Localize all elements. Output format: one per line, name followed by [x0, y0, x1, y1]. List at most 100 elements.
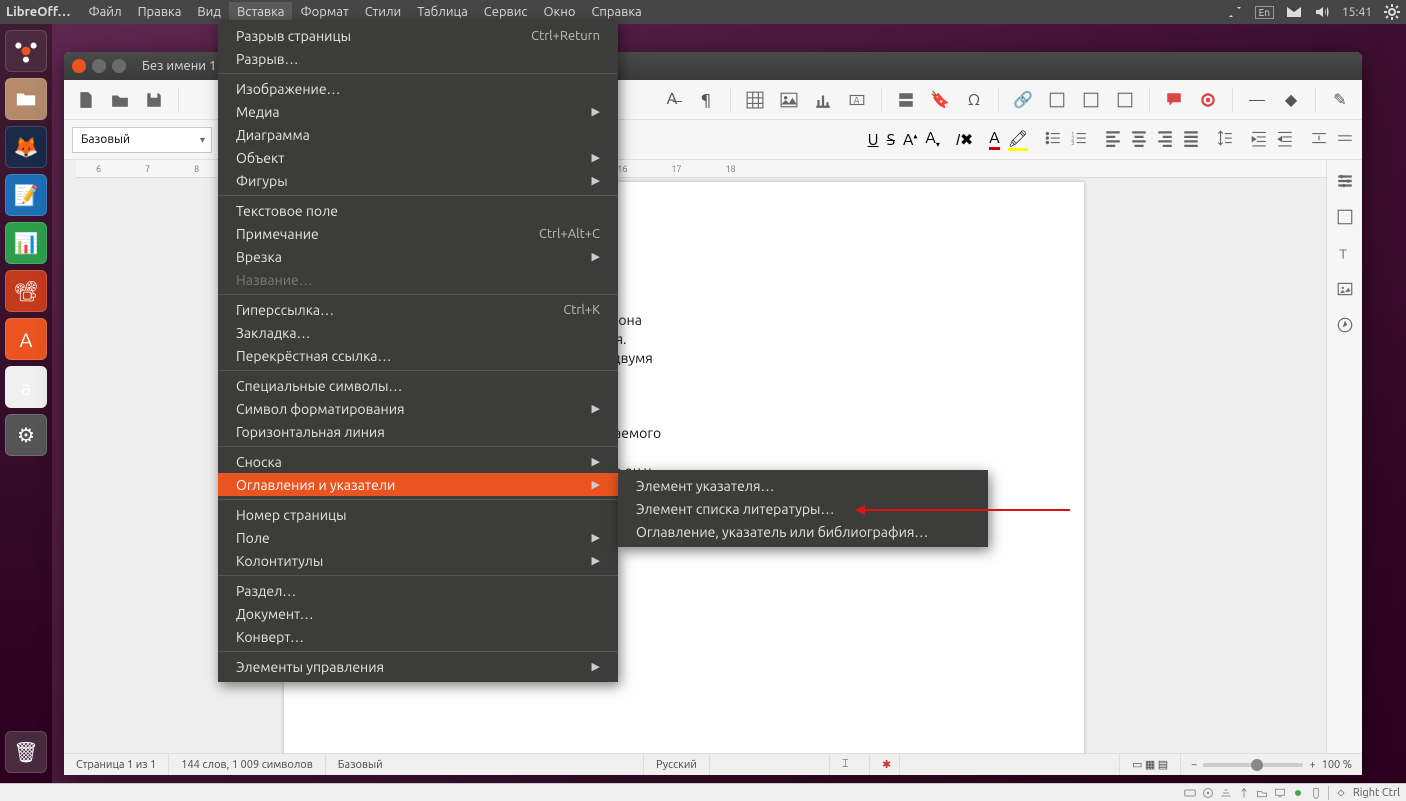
bullets-button[interactable]: [1044, 129, 1062, 151]
sidebar-navigator-icon[interactable]: [1334, 314, 1356, 336]
align-right-button[interactable]: [1156, 129, 1174, 151]
insert-menu-item[interactable]: Колонтитулы▶: [218, 549, 618, 572]
launcher-software[interactable]: A: [5, 318, 47, 360]
insert-menu-item[interactable]: Раздел…: [218, 579, 618, 602]
gear-icon[interactable]: [1384, 4, 1400, 20]
launcher-impress[interactable]: 📽: [5, 270, 47, 312]
network-icon[interactable]: [1227, 4, 1243, 20]
insert-menu-item[interactable]: Перекрёстная ссылка…: [218, 344, 618, 367]
menu-table[interactable]: Таблица: [409, 2, 476, 22]
basic-shapes-button[interactable]: ◆: [1277, 86, 1305, 114]
menu-insert[interactable]: Вставка: [229, 2, 292, 22]
insert-menu-item[interactable]: Врезка▶: [218, 245, 618, 268]
insert-menu-item[interactable]: Сноска▶: [218, 450, 618, 473]
para-spacing-dec-button[interactable]: [1336, 129, 1354, 151]
paragraph-style-combo[interactable]: Базовый: [72, 127, 212, 153]
footnote-button[interactable]: [1043, 86, 1071, 114]
status-lang[interactable]: Русский: [644, 754, 710, 775]
insert-menu-item[interactable]: Оглавления и указатели▶: [218, 473, 618, 496]
insert-menu-item[interactable]: Разрыв страницыCtrl+Return: [218, 24, 618, 47]
endnote-button[interactable]: [1077, 86, 1105, 114]
launcher-calc[interactable]: 📊: [5, 222, 47, 264]
submenu-index-entry[interactable]: Элемент указателя…: [618, 474, 988, 497]
insert-menu-item[interactable]: Изображение…: [218, 77, 618, 100]
insert-menu-item[interactable]: Символ форматирования▶: [218, 397, 618, 420]
clear-direct-format-button[interactable]: I✖: [956, 130, 973, 149]
highlight-color-button[interactable]: 🖍: [1008, 129, 1028, 151]
insert-menu-item[interactable]: Элементы управления▶: [218, 655, 618, 678]
insert-menu-item[interactable]: Медиа▶: [218, 100, 618, 123]
align-center-button[interactable]: [1130, 129, 1148, 151]
save-button[interactable]: [140, 86, 168, 114]
insert-menu-item[interactable]: Специальные символы…: [218, 374, 618, 397]
align-left-button[interactable]: [1104, 129, 1122, 151]
insert-menu-item[interactable]: Объект▶: [218, 146, 618, 169]
zoom-control[interactable]: − + 100 %: [1181, 759, 1362, 771]
paragraph-marks-button[interactable]: ¶: [692, 86, 720, 114]
launcher-writer[interactable]: 📝: [5, 174, 47, 216]
status-selection-mode[interactable]: ⌶: [830, 754, 870, 775]
insert-menu-item[interactable]: Разрыв…: [218, 47, 618, 70]
insert-menu-item[interactable]: ПримечаниеCtrl+Alt+C: [218, 222, 618, 245]
insert-menu-item[interactable]: Конверт…: [218, 625, 618, 648]
line-shape-button[interactable]: ―: [1243, 86, 1271, 114]
status-words[interactable]: 144 слов, 1 009 символов: [169, 754, 326, 775]
bookmark-button[interactable]: 🔖: [926, 86, 954, 114]
status-view-icons[interactable]: ▭ ▦ ▤: [1120, 754, 1181, 775]
table-button[interactable]: [741, 86, 769, 114]
superscript-button[interactable]: A▴: [903, 131, 917, 149]
special-char-button[interactable]: Ω: [960, 86, 988, 114]
track-changes-button[interactable]: [1194, 86, 1222, 114]
menu-styles[interactable]: Стили: [357, 2, 410, 22]
status-insert-mode[interactable]: [710, 754, 830, 775]
sidebar-settings-icon[interactable]: [1334, 170, 1356, 192]
insert-menu-item[interactable]: Номер страницы: [218, 503, 618, 526]
status-page[interactable]: Страница 1 из 1: [64, 754, 169, 775]
open-button[interactable]: [106, 86, 134, 114]
clock[interactable]: 15:41: [1342, 6, 1372, 19]
crossref-button[interactable]: [1111, 86, 1139, 114]
pagebreak-button[interactable]: [892, 86, 920, 114]
launcher-settings[interactable]: ⚙: [5, 414, 47, 456]
insert-menu-item[interactable]: Закладка…: [218, 321, 618, 344]
hyperlink-button[interactable]: 🔗: [1009, 86, 1037, 114]
menu-file[interactable]: Файл: [81, 2, 130, 22]
menu-window[interactable]: Окно: [535, 2, 583, 22]
launcher-trash[interactable]: 🗑: [5, 731, 47, 773]
launcher-dash[interactable]: [5, 30, 47, 72]
underline-button[interactable]: U: [868, 131, 879, 149]
new-button[interactable]: [72, 86, 100, 114]
window-close-button[interactable]: [72, 59, 86, 73]
chart-button[interactable]: [809, 86, 837, 114]
image-button[interactable]: [775, 86, 803, 114]
align-justify-button[interactable]: [1182, 129, 1200, 151]
insert-menu-item[interactable]: Гиперссылка…Ctrl+K: [218, 298, 618, 321]
submenu-toc-dialog[interactable]: Оглавление, указатель или библиография…: [618, 520, 988, 543]
numbering-button[interactable]: 123: [1070, 129, 1088, 151]
menu-help[interactable]: Справка: [583, 2, 649, 22]
menu-view[interactable]: Вид: [189, 2, 229, 22]
status-pagestyle[interactable]: Базовый: [326, 754, 644, 775]
insert-menu-item[interactable]: Поле▶: [218, 526, 618, 549]
launcher-firefox[interactable]: 🦊: [5, 126, 47, 168]
font-color-button[interactable]: A: [989, 129, 999, 150]
insert-menu-item[interactable]: Текстовое поле: [218, 199, 618, 222]
decrease-indent-button[interactable]: [1276, 129, 1294, 151]
window-min-button[interactable]: [92, 59, 106, 73]
draw-functions-button[interactable]: ✎: [1326, 86, 1354, 114]
mail-icon[interactable]: [1286, 4, 1302, 20]
sidebar-styles-icon[interactable]: T: [1334, 242, 1356, 264]
launcher-files[interactable]: [5, 78, 47, 120]
increase-indent-button[interactable]: [1250, 129, 1268, 151]
insert-menu-item[interactable]: Диаграмма: [218, 123, 618, 146]
subscript-button[interactable]: A▾: [925, 129, 939, 149]
menu-tools[interactable]: Сервис: [476, 2, 536, 22]
comment-button[interactable]: [1160, 86, 1188, 114]
launcher-amazon[interactable]: a: [5, 366, 47, 408]
status-doc-modified[interactable]: ✱: [870, 754, 900, 775]
menu-format[interactable]: Формат: [292, 2, 356, 22]
line-spacing-button[interactable]: [1216, 129, 1234, 151]
keyboard-lang[interactable]: En: [1255, 6, 1274, 19]
window-max-button[interactable]: [112, 59, 126, 73]
insert-menu-item[interactable]: Фигуры▶: [218, 169, 618, 192]
